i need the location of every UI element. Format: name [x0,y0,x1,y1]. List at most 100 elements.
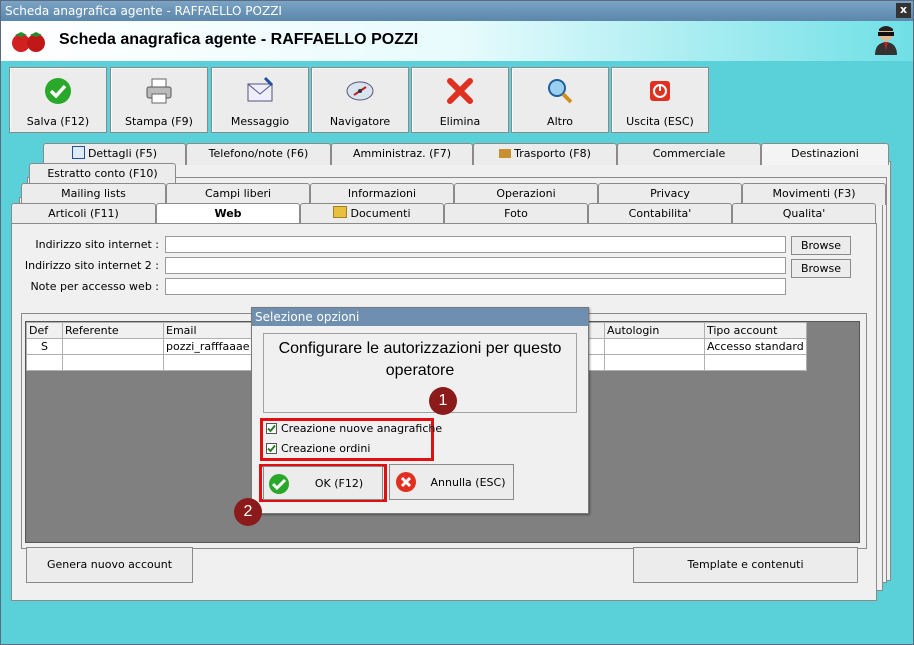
window-title: Scheda anagrafica agente - RAFFAELLO POZ… [5,4,282,18]
tab-documenti[interactable]: Documenti [300,203,444,225]
printer-icon [146,78,172,104]
navigator-button[interactable]: Navigatore [311,67,409,133]
col-header-def[interactable]: Def [26,322,63,339]
message-button-label: Messaggio [230,115,290,128]
tab-operazioni-label: Operazioni [496,187,556,200]
agent-window: Scheda anagrafica agente - RAFFAELLO POZ… [0,0,914,645]
print-button[interactable]: Stampa (F9) [110,67,208,133]
generate-account-button[interactable]: Genera nuovo account [26,547,193,583]
save-button-label: Salva (F12) [26,115,90,128]
search-icon [548,79,573,104]
tab-trasporto-label: Trasporto (F8) [514,147,591,160]
browse-button-1[interactable]: Browse [791,236,851,255]
tab-amministraz[interactable]: Amministraz. (F7) [331,143,473,165]
checkmark-icon [267,444,276,453]
tab-documenti-label: Documenti [350,207,411,220]
close-button[interactable]: x [896,3,911,18]
tab-foto[interactable]: Foto [444,203,588,225]
site-input[interactable] [165,236,786,253]
tab-commerciale-label: Commerciale [652,147,726,160]
tab-privacy[interactable]: Privacy [598,183,742,205]
tab-mailing-lists[interactable]: Mailing lists [21,183,166,205]
tab-qualita[interactable]: Qualita' [732,203,876,225]
cancel-button-label: Annulla (ESC) [430,476,506,489]
page-title: Scheda anagrafica agente - RAFFAELLO POZ… [59,31,419,48]
tab-movimenti-label: Movimenti (F3) [772,187,856,200]
ok-button-label: OK (F12) [314,477,364,490]
tab-dettagli[interactable]: Dettagli (F5) [43,143,186,165]
delete-x-icon [447,78,473,104]
templates-button[interactable]: Template e contenuti [633,547,858,583]
tab-informazioni[interactable]: Informazioni [310,183,454,205]
tab-articoli-label: Articoli (F11) [48,207,119,220]
col-header-referente[interactable]: Referente [62,322,164,339]
tab-web-label: Web [214,207,242,220]
tab-commerciale[interactable]: Commerciale [617,143,761,165]
exit-icon [650,81,670,101]
check-icon [45,78,71,104]
notes-label: Note per accesso web : [30,280,159,293]
other-button[interactable]: Altro [511,67,609,133]
site2-input[interactable] [165,257,786,274]
tab-movimenti[interactable]: Movimenti (F3) [742,183,886,205]
tab-contabilita-label: Contabilita' [628,207,692,220]
tab-dettagli-label: Dettagli (F5) [87,147,158,160]
window-titlebar: Scheda anagrafica agente - RAFFAELLO POZ… [1,1,913,21]
tab-telefono[interactable]: Telefono/note (F6) [186,143,331,165]
cell-empty[interactable] [604,354,705,371]
col-header-autologin[interactable]: Autologin [604,322,705,339]
tab-trasporto[interactable]: Trasporto (F8) [473,143,617,165]
option-anagrafiche-label[interactable]: Creazione nuove anagrafiche [281,422,442,435]
user-avatar-icon[interactable] [873,25,899,55]
step-marker-1: 1 [429,387,457,415]
tab-estratto-conto[interactable]: Estratto conto (F10) [29,163,176,185]
checkbox-ordini[interactable] [266,443,277,454]
browse-button-2[interactable]: Browse [791,259,851,278]
save-button[interactable]: Salva (F12) [9,67,107,133]
delete-button-label: Elimina [439,115,481,128]
cell-tipo-account[interactable]: Accesso standard [704,338,807,355]
cell-autologin[interactable] [604,338,705,355]
message-button[interactable]: Messaggio [211,67,309,133]
print-button-label: Stampa (F9) [125,115,193,128]
tab-campi-liberi[interactable]: Campi liberi [166,183,310,205]
checkbox-anagrafiche[interactable] [266,423,277,434]
header-bar: Scheda anagrafica agente - RAFFAELLO POZ… [1,21,913,61]
tab-campi-liberi-label: Campi liberi [204,187,272,200]
tab-destinazioni[interactable]: Destinazioni [761,143,889,165]
tab-contabilita[interactable]: Contabilita' [588,203,732,225]
navigator-button-label: Navigatore [329,115,391,128]
site2-label: Indirizzo sito internet 2 : [24,259,159,272]
tab-mailing-lists-label: Mailing lists [61,187,126,200]
tab-foto-label: Foto [504,207,528,220]
dialog-title: Selezione opzioni [252,308,588,326]
exit-button[interactable]: Uscita (ESC) [611,67,709,133]
folder-icon [333,206,348,218]
tab-amministraz-label: Amministraz. (F7) [352,147,452,160]
step-marker-2: 2 [234,498,262,526]
ok-button[interactable]: OK (F12) [263,466,383,500]
other-button-label: Altro [547,115,573,128]
cell-empty[interactable] [26,354,63,371]
tab-qualita-label: Qualita' [782,207,826,220]
tab-informazioni-label: Informazioni [347,187,417,200]
col-header-tipo-account[interactable]: Tipo account [704,322,807,339]
delete-button[interactable]: Elimina [411,67,509,133]
site-label: Indirizzo sito internet : [35,238,159,251]
check-icon [269,474,289,494]
cell-referente[interactable] [62,338,164,355]
cell-def[interactable]: S [26,338,63,355]
options-dialog: Selezione opzioni Configurare le autoriz… [251,307,589,514]
notes-input[interactable] [165,278,786,295]
tab-articoli[interactable]: Articoli (F11) [11,203,156,225]
cell-empty[interactable] [704,354,807,371]
truck-icon [499,149,512,158]
option-ordini-label[interactable]: Creazione ordini [281,442,370,455]
cancel-button[interactable]: Annulla (ESC) [389,464,514,500]
dialog-message: Configurare le autorizzazioni per questo… [263,333,577,413]
cell-empty[interactable] [62,354,164,371]
tab-estratto-conto-label: Estratto conto (F10) [47,167,158,180]
strawberry-logo-icon [12,32,45,52]
tab-operazioni[interactable]: Operazioni [454,183,598,205]
tab-telefono-label: Telefono/note (F6) [208,147,309,160]
